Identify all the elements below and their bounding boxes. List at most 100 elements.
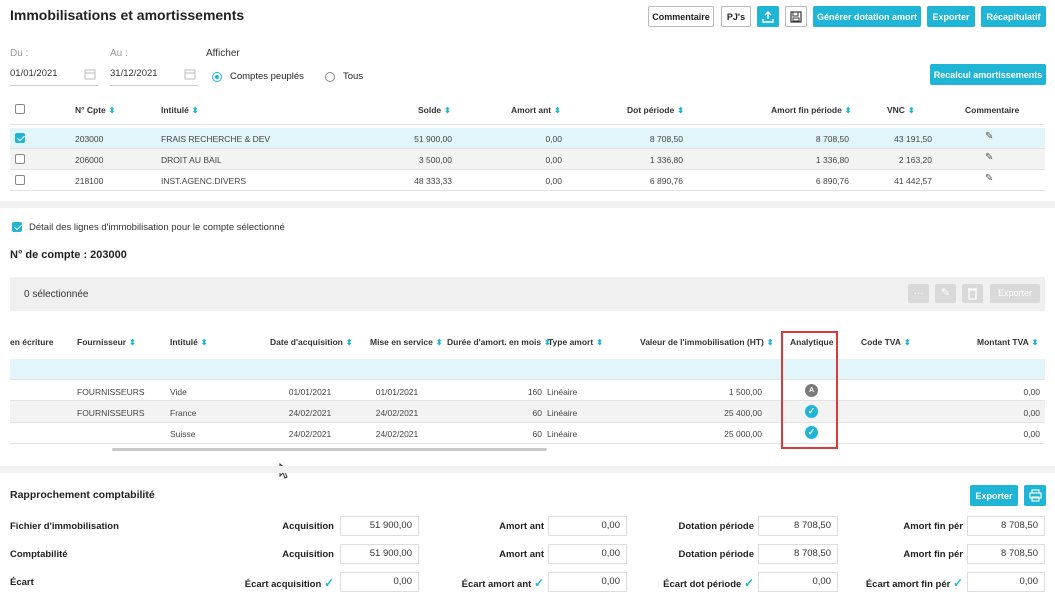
col-type-amort[interactable]: Type amort ⬍: [548, 337, 603, 347]
check-icon: ✓: [533, 576, 544, 590]
rapp-v2: 0,00: [548, 544, 627, 564]
cell-valeur: 25 400,00: [724, 408, 762, 418]
rapp-l1: Acquisition: [282, 521, 334, 532]
cell-duree: 60: [532, 429, 542, 439]
au-date-field[interactable]: 31/12/2021: [110, 64, 198, 86]
col-amort-fin[interactable]: Amort fin période ⬍: [771, 105, 852, 115]
cell-mise: 24/02/2021: [375, 429, 419, 439]
horizontal-scrollbar[interactable]: [112, 448, 547, 451]
radio-tous-label: Tous: [343, 71, 364, 82]
detail-checkbox[interactable]: [12, 222, 22, 232]
col-intitule[interactable]: Intitulé ⬍: [170, 337, 208, 347]
rapp-v2: 0,00: [548, 572, 627, 592]
commentaire-button[interactable]: Commentaire: [648, 6, 714, 27]
detail-checkbox-label: Détail des lignes d'immobilisation pour …: [29, 222, 285, 233]
cell-montant-tva: 0,00: [1023, 387, 1040, 397]
cell-solde: 48 333,33: [414, 176, 452, 186]
rapp-l2: Amort ant: [499, 521, 544, 532]
rapp-v3: 8 708,50: [758, 516, 838, 536]
cell-dot: 8 708,50: [649, 134, 683, 144]
cell-num: 206000: [75, 155, 104, 165]
edit-comment-icon[interactable]: ✎: [985, 152, 993, 163]
col-valeur[interactable]: Valeur de l'immobilisation (HT) ⬍: [640, 337, 774, 347]
rapp-v1: 0,00: [340, 572, 419, 592]
section-divider: [0, 201, 1055, 208]
check-icon: ✓: [323, 576, 334, 590]
edit-comment-icon[interactable]: ✎: [985, 131, 993, 142]
rapp-v3: 8 708,50: [758, 544, 838, 564]
row-checkbox[interactable]: [15, 133, 25, 143]
radio-comptes-peuples[interactable]: Comptes peuplés: [212, 71, 304, 82]
cell-solde: 51 900,00: [414, 134, 452, 144]
cell-vnc: 41 442,57: [894, 176, 932, 186]
cell-type: Linéaire: [547, 408, 578, 418]
cell-amort-fin: 8 708,50: [815, 134, 849, 144]
delete-line-button[interactable]: [962, 284, 983, 303]
sort-icon: ⬍: [200, 338, 208, 347]
recalcul-amortissements-button[interactable]: Recalcul amortissements: [930, 64, 1046, 85]
edit-line-button[interactable]: ✎: [935, 284, 956, 303]
section-divider: [0, 466, 1055, 473]
col-duree[interactable]: Durée d'amort. en mois ⬍: [447, 337, 551, 347]
cell-montant-tva: 0,00: [1023, 408, 1040, 418]
sort-icon: ⬍: [903, 338, 911, 347]
sort-icon: ⬍: [191, 106, 199, 115]
col-dot-periode[interactable]: Dot période ⬍: [627, 105, 684, 115]
rapprochement-exporter-button[interactable]: Exporter: [970, 485, 1018, 506]
sort-icon: ⬍: [345, 338, 353, 347]
select-all-checkbox[interactable]: [15, 104, 25, 114]
cell-vnc: 2 163,20: [898, 155, 932, 165]
print-button[interactable]: [1024, 485, 1046, 506]
cell-intitule: France: [170, 408, 197, 418]
cell-fournisseur: FOURNISSEURS: [77, 408, 145, 418]
rapp-v2: 0,00: [548, 516, 627, 536]
rapp-l4: Amort fin pér: [903, 521, 963, 532]
exporter-button[interactable]: Exporter: [927, 6, 975, 27]
table-row-empty[interactable]: [10, 359, 1045, 379]
sort-icon: ⬍: [844, 106, 852, 115]
du-label: Du :: [10, 48, 29, 59]
row-checkbox[interactable]: [15, 175, 25, 185]
col-vnc[interactable]: VNC ⬍: [887, 105, 915, 115]
rapp-v1: 51 900,00: [340, 516, 419, 536]
rapp-row-label: Comptabilité: [10, 549, 68, 560]
cell-intitule: DROIT AU BAIL: [161, 155, 222, 165]
upload-button[interactable]: [757, 6, 779, 27]
rapp-l2: Écart amort ant ✓: [461, 576, 544, 590]
pjs-button[interactable]: PJ's: [721, 6, 751, 27]
sort-icon: ⬍: [766, 338, 774, 347]
cell-dot: 6 890,76: [649, 176, 683, 186]
recapitulatif-button[interactable]: Récapitulatif: [981, 6, 1046, 27]
row-checkbox[interactable]: [15, 154, 25, 164]
cell-intitule: FRAIS RECHERCHE & DEV: [161, 134, 271, 144]
sort-icon: ⬍: [435, 338, 443, 347]
du-date-field[interactable]: 01/01/2021: [10, 64, 98, 86]
page-title: Immobilisations et amortissements: [10, 7, 245, 23]
edit-comment-icon[interactable]: ✎: [985, 173, 993, 184]
col-solde[interactable]: Solde ⬍: [418, 105, 451, 115]
generer-dotation-button[interactable]: Générer dotation amort: [813, 6, 921, 27]
col-num-cpte[interactable]: N° Cpte ⬍: [75, 105, 116, 115]
radio-tous[interactable]: Tous: [325, 71, 363, 82]
save-button[interactable]: [785, 6, 807, 27]
detail-exporter-button[interactable]: Exporter: [990, 284, 1040, 303]
cell-type: Linéaire: [547, 387, 578, 397]
sort-icon: ⬍: [108, 106, 116, 115]
calendar-icon: [184, 69, 196, 80]
col-code-tva[interactable]: Code TVA ⬍: [861, 337, 911, 347]
radio-selected-icon: [212, 71, 222, 82]
compte-title: N° de compte : 203000: [10, 249, 127, 261]
radio-empty-icon: [325, 71, 335, 82]
rapp-l3: Dotation période: [678, 521, 754, 532]
col-date-acquisition[interactable]: Date d'acquisition ⬍: [270, 337, 353, 347]
col-intitule[interactable]: Intitulé ⬍: [161, 105, 199, 115]
col-mise-en-service[interactable]: Mise en service ⬍: [370, 337, 443, 347]
col-montant-tva[interactable]: Montant TVA ⬍: [977, 337, 1038, 347]
analytique-highlight-frame: [781, 331, 838, 449]
more-button[interactable]: ···: [908, 284, 929, 303]
du-date-value: 01/01/2021: [10, 68, 58, 79]
au-label: Au :: [110, 48, 128, 59]
col-fournisseur[interactable]: Fournisseur ⬍: [77, 337, 136, 347]
col-amort-ant[interactable]: Amort ant ⬍: [511, 105, 561, 115]
rapp-l4: Amort fin pér: [903, 549, 963, 560]
